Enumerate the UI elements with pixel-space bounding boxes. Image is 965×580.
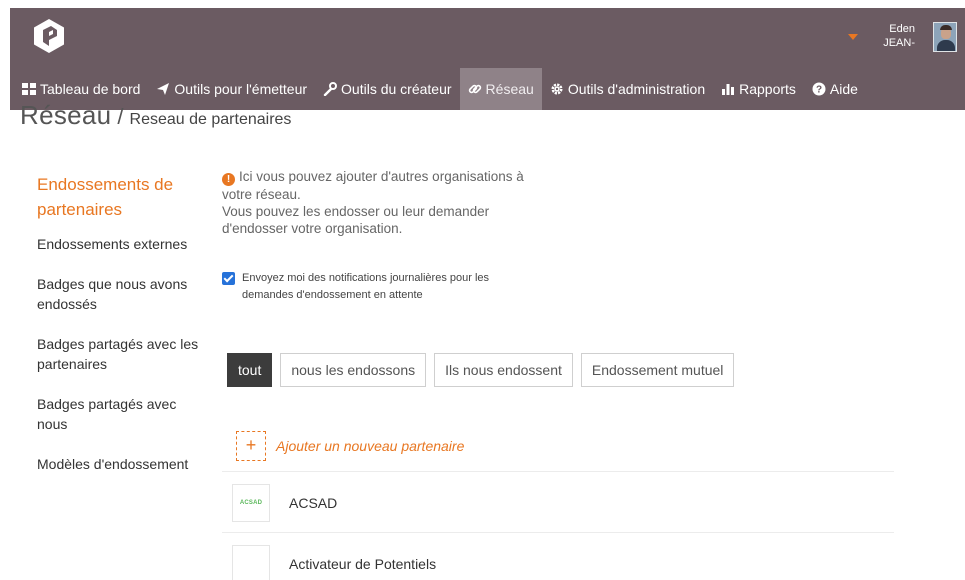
plus-icon: + bbox=[236, 430, 266, 461]
add-partner-label: Ajouter un nouveau partenaire bbox=[276, 437, 465, 454]
notification-checkbox[interactable] bbox=[222, 272, 235, 285]
wrench-icon bbox=[323, 82, 338, 97]
breadcrumb-root[interactable]: Réseau bbox=[20, 100, 111, 131]
info-line-1: Ici vous pouvez ajouter d'autres organis… bbox=[222, 169, 524, 202]
sidebar-item-badges-we-endorsed[interactable]: Badges que nous avons endossés bbox=[37, 274, 207, 314]
breadcrumb: Réseau / Reseau de partenaires bbox=[20, 100, 291, 130]
nav-help[interactable]: ? Aide bbox=[804, 68, 866, 110]
breadcrumb-separator: / bbox=[117, 104, 124, 129]
partner-logo-text: ACSAD bbox=[239, 499, 263, 506]
page-title: Reseau de partenaires bbox=[129, 111, 292, 128]
avatar[interactable] bbox=[933, 22, 957, 52]
filter-we-endorse-button[interactable]: nous les endossons bbox=[280, 353, 427, 387]
add-partner-button[interactable]: + Ajouter un nouveau partenaire bbox=[222, 420, 894, 472]
top-header: Eden JEAN- Tableau de bord Outils pour l… bbox=[10, 8, 965, 110]
filter-mutual-button[interactable]: Endossement mutuel bbox=[580, 353, 735, 387]
sidebar-item-partner-endorsements[interactable]: Endossements de partenaires bbox=[37, 172, 207, 222]
svg-text:?: ? bbox=[816, 85, 822, 96]
nav-label: Outils du créateur bbox=[341, 81, 452, 97]
link-icon bbox=[468, 82, 482, 96]
nav-reports[interactable]: Rapports bbox=[713, 68, 804, 110]
notification-label: Envoyez moi des notifications journalièr… bbox=[242, 272, 490, 301]
filter-all-button[interactable]: tout bbox=[227, 353, 273, 387]
nav-label: Réseau bbox=[485, 81, 534, 97]
user-first-name: Eden bbox=[889, 23, 915, 35]
sidebar: Endossements de partenaires Endossements… bbox=[37, 172, 207, 494]
nav-creator-tools[interactable]: Outils du créateur bbox=[315, 68, 460, 110]
app-logo-icon[interactable] bbox=[32, 18, 66, 54]
user-last-name: JEAN- bbox=[883, 37, 915, 49]
gear-icon bbox=[550, 82, 564, 96]
partner-logo: ACSAD bbox=[232, 483, 270, 522]
notification-option[interactable]: Envoyez moi des notifications journalièr… bbox=[222, 270, 522, 304]
filter-they-endorse-button[interactable]: Ils nous endossent bbox=[434, 353, 573, 387]
info-message: ! Ici vous pouvez ajouter d'autres organi… bbox=[222, 168, 552, 237]
send-icon bbox=[156, 82, 170, 96]
user-name[interactable]: Eden JEAN- bbox=[883, 22, 915, 50]
question-icon: ? bbox=[812, 82, 826, 96]
partner-name: Activateur de Potentiels bbox=[289, 555, 437, 572]
info-icon: ! bbox=[222, 173, 235, 186]
partner-logo bbox=[232, 544, 270, 580]
sidebar-item-external-endorsements[interactable]: Endossements externes bbox=[37, 234, 207, 254]
list-item[interactable]: ACSAD ACSAD bbox=[222, 473, 894, 533]
info-line-2: Vous pouvez les endosser ou leur demande… bbox=[222, 204, 490, 236]
sidebar-item-badges-shared-with-partners[interactable]: Badges partagés avec les partenaires bbox=[37, 334, 207, 374]
list-item[interactable]: Activateur de Potentiels bbox=[222, 534, 894, 580]
bar-chart-icon bbox=[721, 82, 735, 96]
nav-admin-tools[interactable]: Outils d'administration bbox=[542, 68, 713, 110]
sidebar-item-endorsement-templates[interactable]: Modèles d'endossement bbox=[37, 454, 207, 474]
sidebar-item-badges-shared-with-us[interactable]: Badges partagés avec nous bbox=[37, 394, 207, 434]
nav-label: Rapports bbox=[739, 81, 796, 97]
nav-label: Outils d'administration bbox=[567, 81, 706, 97]
nav-label: Tableau de bord bbox=[40, 81, 141, 97]
partner-name: ACSAD bbox=[289, 494, 338, 511]
nav-label: Outils pour l'émetteur bbox=[174, 81, 308, 97]
filter-group: tout nous les endossons Ils nous endosse… bbox=[227, 353, 735, 387]
user-menu-caret-icon[interactable] bbox=[848, 34, 858, 40]
nav-network[interactable]: Réseau bbox=[459, 68, 542, 110]
nav-label: Aide bbox=[829, 81, 858, 97]
dashboard-icon bbox=[22, 82, 36, 96]
